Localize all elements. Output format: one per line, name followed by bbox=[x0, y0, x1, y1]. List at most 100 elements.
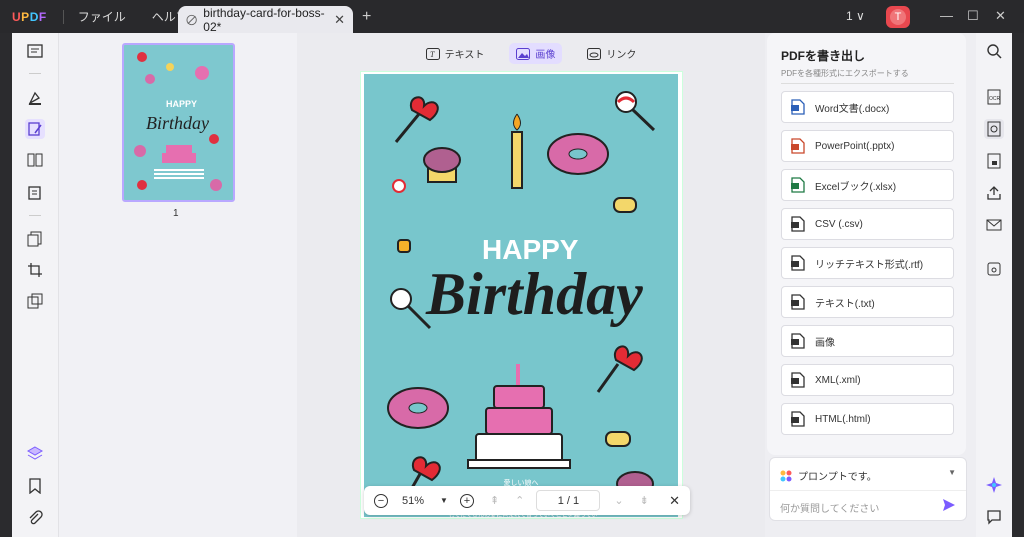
zoom-dropdown-icon[interactable]: ▼ bbox=[440, 496, 448, 505]
export-subtitle: PDFを各種形式にエクスポートする bbox=[781, 69, 909, 78]
pdf-page[interactable]: HAPPY Birthday 愛しい娘へ してたくさんの愛に包まれて育っていくこ… bbox=[360, 71, 683, 519]
user-avatar[interactable]: T bbox=[886, 6, 910, 28]
export-option-label: Word文書(.docx) bbox=[815, 103, 890, 115]
prompt-dropdown-icon[interactable]: ▼ bbox=[948, 468, 956, 477]
card-artwork: HAPPY Birthday bbox=[387, 91, 656, 507]
birthday-card: HAPPY Birthday 愛しい娘へ してたくさんの愛に包まれて育っていくこ… bbox=[364, 74, 678, 517]
export-option-label: リッチテキスト形式(.rtf) bbox=[815, 259, 924, 271]
reader-icon[interactable] bbox=[25, 41, 45, 61]
updf-logo[interactable]: UPDF bbox=[12, 10, 47, 24]
export-option[interactable]: CSV (.csv) bbox=[781, 208, 954, 240]
export-option[interactable]: PowerPoint(.pptx) bbox=[781, 130, 954, 162]
organize-pages-icon[interactable] bbox=[25, 150, 45, 170]
pages-icon[interactable] bbox=[25, 229, 45, 249]
right-toolbar: OCR bbox=[976, 33, 1012, 537]
export-option[interactable]: HTML(.html) bbox=[781, 403, 954, 435]
comment-icon[interactable] bbox=[984, 507, 1004, 527]
convert-icon[interactable] bbox=[984, 119, 1004, 139]
svg-text:OCR: OCR bbox=[989, 96, 1001, 102]
tab-close-button[interactable]: ✕ bbox=[334, 12, 345, 28]
export-option[interactable]: テキスト(.txt) bbox=[781, 286, 954, 318]
document-viewer: T テキスト 画像 リンク HAPPY Birthday 愛しい娘へ してたくさ… bbox=[297, 33, 765, 537]
form-icon[interactable] bbox=[25, 183, 45, 203]
maximize-button[interactable]: ☐ bbox=[967, 8, 979, 24]
powerpoint-icon bbox=[791, 138, 805, 154]
birthday-text: Birthday bbox=[425, 261, 643, 327]
export-option-label: XML(.xml) bbox=[815, 374, 861, 386]
first-page-icon[interactable]: ⇞ bbox=[490, 494, 499, 507]
rtf-icon bbox=[791, 255, 805, 271]
send-icon[interactable] bbox=[942, 498, 956, 512]
csv-icon bbox=[791, 216, 805, 232]
share-icon[interactable] bbox=[984, 183, 1004, 203]
word-icon bbox=[791, 99, 805, 115]
export-option-label: CSV (.csv) bbox=[815, 218, 863, 230]
export-option[interactable]: Word文書(.docx) bbox=[781, 91, 954, 123]
ocr-icon[interactable]: OCR bbox=[984, 87, 1004, 107]
layers-icon[interactable] bbox=[25, 444, 45, 464]
thumbnail-page-number: 1 bbox=[173, 208, 179, 219]
document-tab[interactable]: birthday-card-for-boss-02* ✕ bbox=[178, 5, 353, 34]
html-icon bbox=[791, 411, 805, 427]
menu-file[interactable]: ファイル bbox=[78, 8, 126, 25]
app-body: HAPPY Birthday 1 T テキスト 画像 リンク HAPPY Bir… bbox=[12, 33, 1012, 537]
attachment-icon[interactable] bbox=[25, 508, 45, 528]
ai-assistant-icon[interactable] bbox=[984, 475, 1004, 495]
export-option[interactable]: 画像 bbox=[781, 325, 954, 357]
edit-toolbar: T テキスト 画像 リンク bbox=[297, 43, 765, 64]
new-tab-button[interactable]: + bbox=[362, 8, 371, 26]
close-window-button[interactable]: ✕ bbox=[995, 8, 1006, 24]
zoom-value[interactable]: 51% bbox=[402, 495, 424, 507]
prompt-selector[interactable]: プロンプトです。 bbox=[780, 468, 877, 483]
save-icon[interactable] bbox=[984, 259, 1004, 279]
cloud-icon bbox=[186, 14, 197, 25]
compress-icon[interactable] bbox=[25, 291, 45, 311]
export-option[interactable]: XML(.xml) bbox=[781, 364, 954, 396]
add-link-button[interactable]: リンク bbox=[580, 43, 643, 64]
title-bar: UPDF ファイル ヘルプ bbox=[0, 0, 1024, 33]
last-page-icon[interactable]: ⇟ bbox=[640, 494, 649, 507]
prompt-grid-icon bbox=[780, 470, 792, 481]
svg-text:Birthday: Birthday bbox=[146, 113, 209, 133]
add-text-button[interactable]: T テキスト bbox=[419, 43, 492, 64]
add-image-button[interactable]: 画像 bbox=[509, 43, 563, 64]
tab-title: birthday-card-for-boss-02* bbox=[203, 5, 325, 34]
edit-pdf-icon[interactable] bbox=[25, 119, 45, 139]
xml-icon bbox=[791, 372, 805, 388]
email-icon[interactable] bbox=[984, 215, 1004, 235]
image-icon bbox=[516, 47, 531, 60]
export-option-label: 画像 bbox=[815, 337, 835, 349]
link-icon bbox=[587, 47, 602, 60]
close-zoom-bar-button[interactable]: ✕ bbox=[669, 493, 680, 509]
image-icon bbox=[791, 333, 805, 349]
page-thumbnail[interactable]: HAPPY Birthday bbox=[122, 43, 235, 202]
next-page-icon[interactable]: ⌄ bbox=[614, 494, 623, 507]
excel-icon bbox=[791, 177, 805, 193]
svg-text:HAPPY: HAPPY bbox=[166, 99, 197, 109]
highlighter-icon[interactable] bbox=[25, 88, 45, 108]
crop-icon[interactable] bbox=[25, 260, 45, 280]
search-icon[interactable] bbox=[984, 41, 1004, 61]
export-option-label: PowerPoint(.pptx) bbox=[815, 140, 895, 152]
zoom-in-button[interactable]: + bbox=[459, 493, 474, 508]
prompt-input[interactable]: 何か質問してください bbox=[780, 500, 879, 515]
export-option[interactable]: Excelブック(.xlsx) bbox=[781, 169, 954, 201]
txt-icon bbox=[791, 294, 805, 310]
svg-text:T: T bbox=[430, 50, 435, 59]
prev-page-icon[interactable]: ⌃ bbox=[515, 494, 524, 507]
export-option[interactable]: リッチテキスト形式(.rtf) bbox=[781, 247, 954, 279]
export-option-label: テキスト(.txt) bbox=[815, 298, 875, 310]
export-option-label: HTML(.html) bbox=[815, 413, 871, 425]
ai-prompt-box: プロンプトです。 ▼ 何か質問してください bbox=[769, 457, 967, 521]
export-option-label: Excelブック(.xlsx) bbox=[815, 181, 897, 193]
left-toolbar bbox=[12, 33, 59, 537]
page-indicator-dropdown[interactable]: 1 ∨ bbox=[846, 9, 865, 23]
page-number-field[interactable]: 1 / 1 bbox=[536, 490, 601, 511]
protect-icon[interactable] bbox=[984, 151, 1004, 171]
export-title: PDFを書き出し bbox=[781, 49, 866, 63]
bookmark-icon[interactable] bbox=[25, 476, 45, 496]
minimize-button[interactable]: — bbox=[940, 8, 953, 23]
thumbnail-panel: HAPPY Birthday 1 bbox=[59, 33, 297, 537]
zoom-out-button[interactable]: − bbox=[374, 493, 388, 508]
zoom-bar: − 51% ▼ + ⇞ ⌃ 1 / 1 ⌄ ⇟ ✕ bbox=[364, 486, 690, 515]
